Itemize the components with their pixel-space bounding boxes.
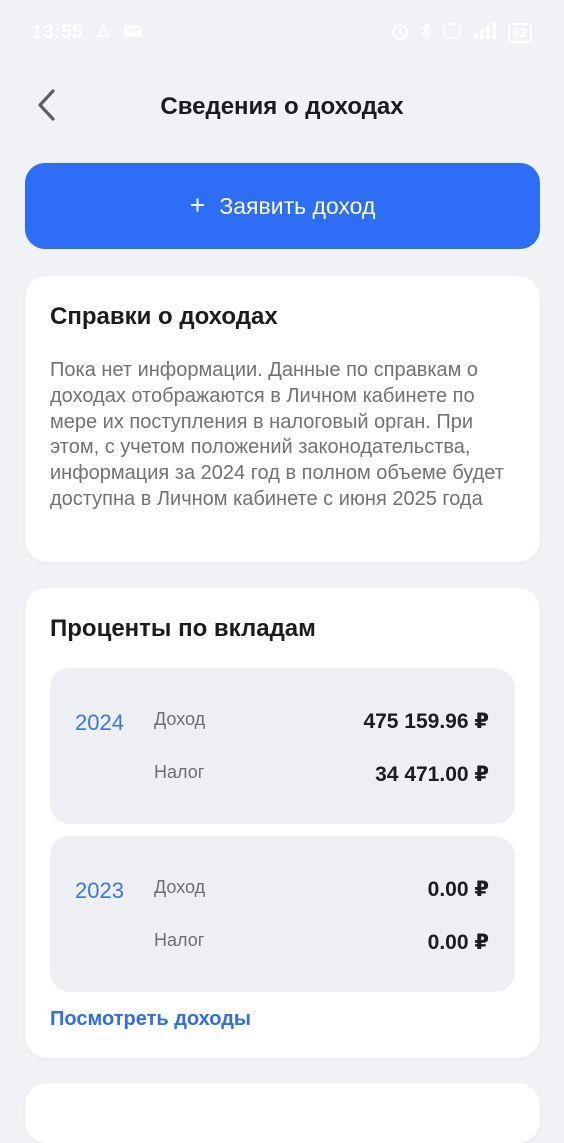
status-bar-left: 13:55 [32,22,143,45]
page-title: Сведения о доходах [160,93,404,120]
status-bar-right: 82 [390,20,532,46]
signal-icon [472,21,498,46]
status-bar: 13:55 82 [0,0,564,66]
chevron-left-icon [35,88,57,127]
alarm-icon [390,21,410,46]
bluetooth-icon [420,20,432,46]
income-certificates-title: Справки о доходах [50,303,278,330]
next-card [25,1083,540,1143]
deposit-interest-title: Проценты по вкладам [50,615,316,642]
view-income-link[interactable]: Посмотреть доходы [50,1008,251,1031]
year-block-2023[interactable]: 2023 Доход 0.00 ₽ Налог 0.00 ₽ [50,836,515,992]
income-value: 0.00 ₽ [427,878,489,901]
income-label: Доход [154,709,206,729]
plus-icon: + [189,189,206,220]
income-certificates-info: Пока нет информации. Данные по справкам … [50,359,504,510]
income-label: Доход [154,877,206,897]
tax-value: 0.00 ₽ [427,931,489,954]
income-certificates-card: Справки о доходах Пока нет информации. Д… [25,276,540,562]
year-block-2024[interactable]: 2024 Доход 475 159.96 ₽ Налог 34 471.00 … [50,668,515,824]
status-time: 13:55 [32,22,84,43]
declare-income-button[interactable]: + Заявить доход [25,163,540,249]
income-value: 475 159.96 ₽ [363,710,489,733]
tax-label: Налог [154,762,205,782]
volte-icon [442,21,462,46]
mail-icon [123,22,143,45]
deposit-interest-card: Проценты по вкладам 2024 Доход 475 159.9… [25,588,540,1058]
battery-indicator: 82 [507,23,532,43]
declare-income-label: Заявить доход [219,192,376,219]
year-label: 2023 [75,878,124,903]
year-label: 2024 [75,710,124,735]
page-header: Сведения о доходах [0,80,564,134]
notification-icon [95,22,111,45]
tax-label: Налог [154,930,205,950]
back-button[interactable] [28,88,64,126]
tax-value: 34 471.00 ₽ [375,763,489,786]
